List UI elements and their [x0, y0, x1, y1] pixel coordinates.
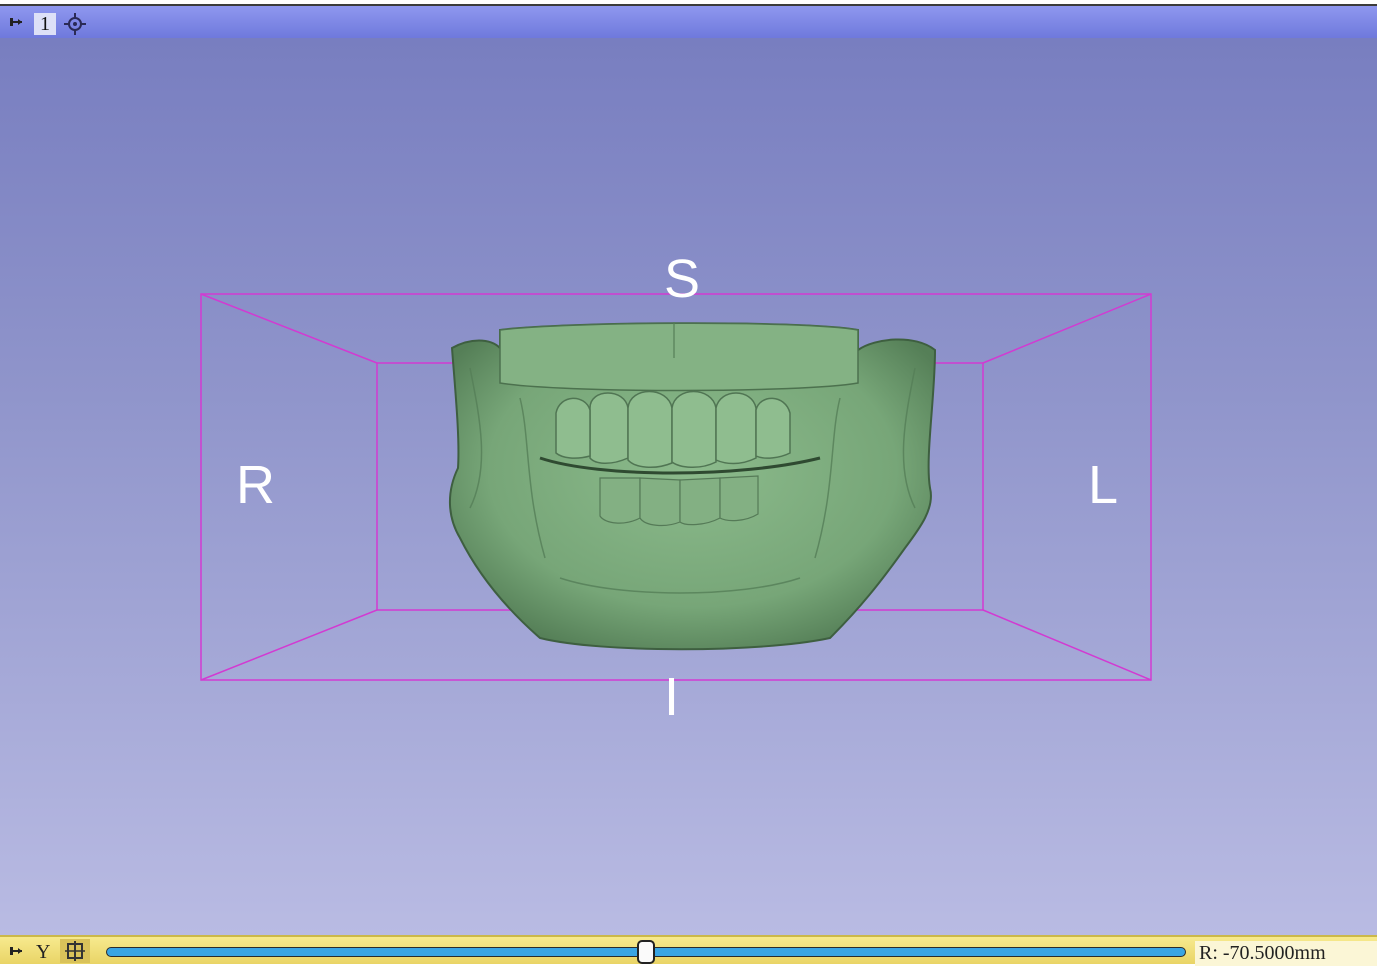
- orientation-label-left: L: [1088, 455, 1119, 515]
- view-controller-bar: 1: [0, 4, 1377, 38]
- crosshair-icon[interactable]: [62, 12, 88, 36]
- orientation-label-right: R: [236, 455, 275, 515]
- slice-options-icon[interactable]: [60, 939, 90, 963]
- slice-offset-slider[interactable]: [106, 940, 1186, 964]
- 3d-model-mandible[interactable]: [448, 322, 937, 651]
- orientation-label-superior: S: [664, 249, 701, 309]
- 3d-viewport[interactable]: S I R L: [0, 38, 1377, 935]
- pin-icon[interactable]: [4, 12, 28, 32]
- 3d-scene[interactable]: [0, 38, 1377, 935]
- view-number-label: 1: [34, 13, 56, 35]
- slice-controller-bar: Y R: -70.5000mm: [0, 935, 1377, 966]
- slice-offset-value[interactable]: R: -70.5000mm: [1195, 941, 1377, 966]
- orientation-label-inferior: I: [664, 667, 680, 727]
- slice-axis-label: Y: [36, 941, 51, 963]
- slider-handle[interactable]: [637, 940, 655, 964]
- pin-icon[interactable]: [4, 941, 28, 961]
